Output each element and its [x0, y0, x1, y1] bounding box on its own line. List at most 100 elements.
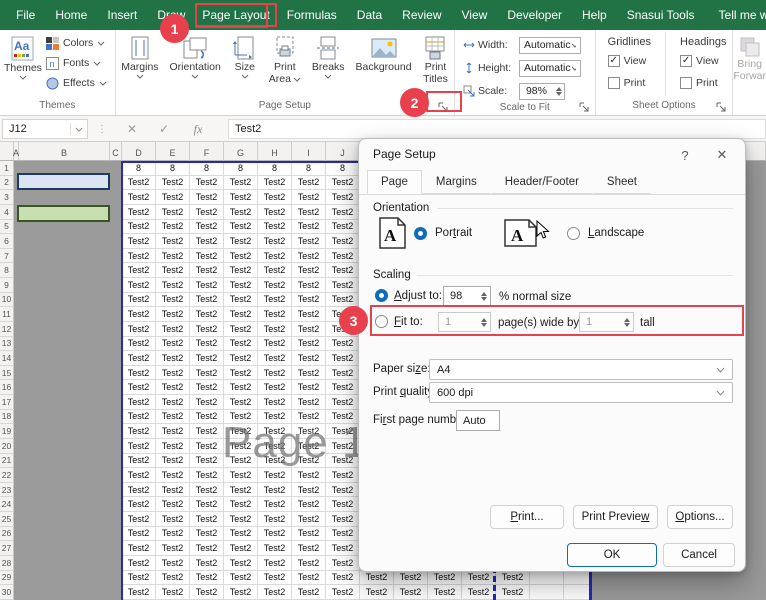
column-header-D[interactable]: D: [122, 142, 156, 161]
cell-E18[interactable]: Test2: [156, 410, 190, 425]
ok-button[interactable]: OK: [567, 543, 657, 567]
breaks-button[interactable]: Breaks: [312, 30, 345, 79]
cell-G5[interactable]: Test2: [224, 220, 258, 235]
cell-G14[interactable]: Test2: [224, 351, 258, 366]
scale-spinner[interactable]: 98%: [519, 83, 565, 100]
row-header-15[interactable]: 15: [0, 366, 14, 381]
cell-D12[interactable]: Test2: [122, 322, 156, 337]
cell-H15[interactable]: Test2: [258, 366, 292, 381]
cell-B18[interactable]: [19, 410, 110, 425]
cell-G8[interactable]: Test2: [224, 263, 258, 278]
cell-H12[interactable]: Test2: [258, 322, 292, 337]
cell-G3[interactable]: Test2: [224, 190, 258, 205]
cell-I13[interactable]: Test2: [292, 337, 326, 352]
row-header-29[interactable]: 29: [0, 571, 14, 586]
cell-I1[interactable]: 8: [292, 161, 326, 176]
cell-G28[interactable]: Test2: [224, 556, 258, 571]
cell-F2[interactable]: Test2: [190, 176, 224, 191]
cell-I4[interactable]: Test2: [292, 205, 326, 220]
cell-H4[interactable]: Test2: [258, 205, 292, 220]
cell-D5[interactable]: Test2: [122, 220, 156, 235]
cell-I3[interactable]: Test2: [292, 190, 326, 205]
cell-B9[interactable]: [19, 278, 110, 293]
cell-I10[interactable]: Test2: [292, 293, 326, 308]
cell-G12[interactable]: Test2: [224, 322, 258, 337]
column-header-J[interactable]: J: [326, 142, 360, 161]
row-header-23[interactable]: 23: [0, 483, 14, 498]
tab-help[interactable]: Help: [572, 3, 617, 27]
cell-F30[interactable]: Test2: [190, 585, 224, 600]
cell-P29[interactable]: [530, 571, 564, 586]
cell-D19[interactable]: Test2: [122, 424, 156, 439]
cell-E11[interactable]: Test2: [156, 307, 190, 322]
cell-M30[interactable]: Test2: [428, 585, 462, 600]
cell-J29[interactable]: Test2: [326, 571, 360, 586]
cell-J12[interactable]: Test2: [326, 322, 360, 337]
tab-insert[interactable]: Insert: [97, 3, 147, 27]
cell-H2[interactable]: Test2: [258, 176, 292, 191]
cell-N29[interactable]: Test2: [462, 571, 496, 586]
cell-E24[interactable]: Test2: [156, 497, 190, 512]
print-button[interactable]: Print...: [490, 505, 564, 529]
cell-B17[interactable]: [19, 395, 110, 410]
cell-B13[interactable]: [19, 337, 110, 352]
cell-O29[interactable]: Test2: [496, 571, 530, 586]
cell-D2[interactable]: Test2: [122, 176, 156, 191]
cell-F20[interactable]: Test2: [190, 439, 224, 454]
cell-F28[interactable]: Test2: [190, 556, 224, 571]
cell-G22[interactable]: Test2: [224, 468, 258, 483]
first-page-number-input[interactable]: Auto: [456, 410, 500, 431]
cell-H6[interactable]: Test2: [258, 234, 292, 249]
cell-E4[interactable]: Test2: [156, 205, 190, 220]
cell-H21[interactable]: Test2: [258, 454, 292, 469]
row-header-26[interactable]: 26: [0, 527, 14, 542]
cell-Q29[interactable]: [564, 571, 592, 586]
cell-B22[interactable]: [19, 468, 110, 483]
row-header-27[interactable]: 27: [0, 541, 14, 556]
confirm-entry-icon[interactable]: ✓: [154, 119, 174, 139]
cell-F6[interactable]: Test2: [190, 234, 224, 249]
cell-B23[interactable]: [19, 483, 110, 498]
cell-L30[interactable]: Test2: [394, 585, 428, 600]
cell-H9[interactable]: Test2: [258, 278, 292, 293]
column-header-B[interactable]: B: [19, 142, 110, 161]
cell-D17[interactable]: Test2: [122, 395, 156, 410]
cell-G24[interactable]: Test2: [224, 497, 258, 512]
cell-O30[interactable]: Test2: [496, 585, 530, 600]
cell-B28[interactable]: [19, 556, 110, 571]
row-header-12[interactable]: 12: [0, 322, 14, 337]
cell-E1[interactable]: 8: [156, 161, 190, 176]
cell-H13[interactable]: Test2: [258, 337, 292, 352]
cell-P30[interactable]: [530, 585, 564, 600]
green-filled-cell[interactable]: [17, 205, 110, 222]
cell-D10[interactable]: Test2: [122, 293, 156, 308]
cell-H18[interactable]: Test2: [258, 410, 292, 425]
cell-H28[interactable]: Test2: [258, 556, 292, 571]
cell-J5[interactable]: Test2: [326, 220, 360, 235]
print-preview-button[interactable]: Print Preview: [573, 505, 658, 529]
cell-K29[interactable]: Test2: [360, 571, 394, 586]
cell-H25[interactable]: Test2: [258, 512, 292, 527]
cell-I5[interactable]: Test2: [292, 220, 326, 235]
row-header-8[interactable]: 8: [0, 263, 14, 278]
cell-B19[interactable]: [19, 424, 110, 439]
tab-developer[interactable]: Developer: [497, 3, 572, 27]
cell-G25[interactable]: Test2: [224, 512, 258, 527]
cell-D4[interactable]: Test2: [122, 205, 156, 220]
cell-J13[interactable]: Test2: [326, 337, 360, 352]
background-button[interactable]: Background: [356, 30, 412, 73]
cell-J4[interactable]: Test2: [326, 205, 360, 220]
cell-I2[interactable]: Test2: [292, 176, 326, 191]
cell-H22[interactable]: Test2: [258, 468, 292, 483]
row-header-22[interactable]: 22: [0, 468, 14, 483]
cell-F9[interactable]: Test2: [190, 278, 224, 293]
cell-E16[interactable]: Test2: [156, 380, 190, 395]
cell-D27[interactable]: Test2: [122, 541, 156, 556]
cell-E26[interactable]: Test2: [156, 527, 190, 542]
cell-J26[interactable]: Test2: [326, 527, 360, 542]
cell-G26[interactable]: Test2: [224, 527, 258, 542]
cell-E7[interactable]: Test2: [156, 249, 190, 264]
cell-G17[interactable]: Test2: [224, 395, 258, 410]
cell-H7[interactable]: Test2: [258, 249, 292, 264]
orientation-button[interactable]: Orientation: [170, 30, 221, 79]
